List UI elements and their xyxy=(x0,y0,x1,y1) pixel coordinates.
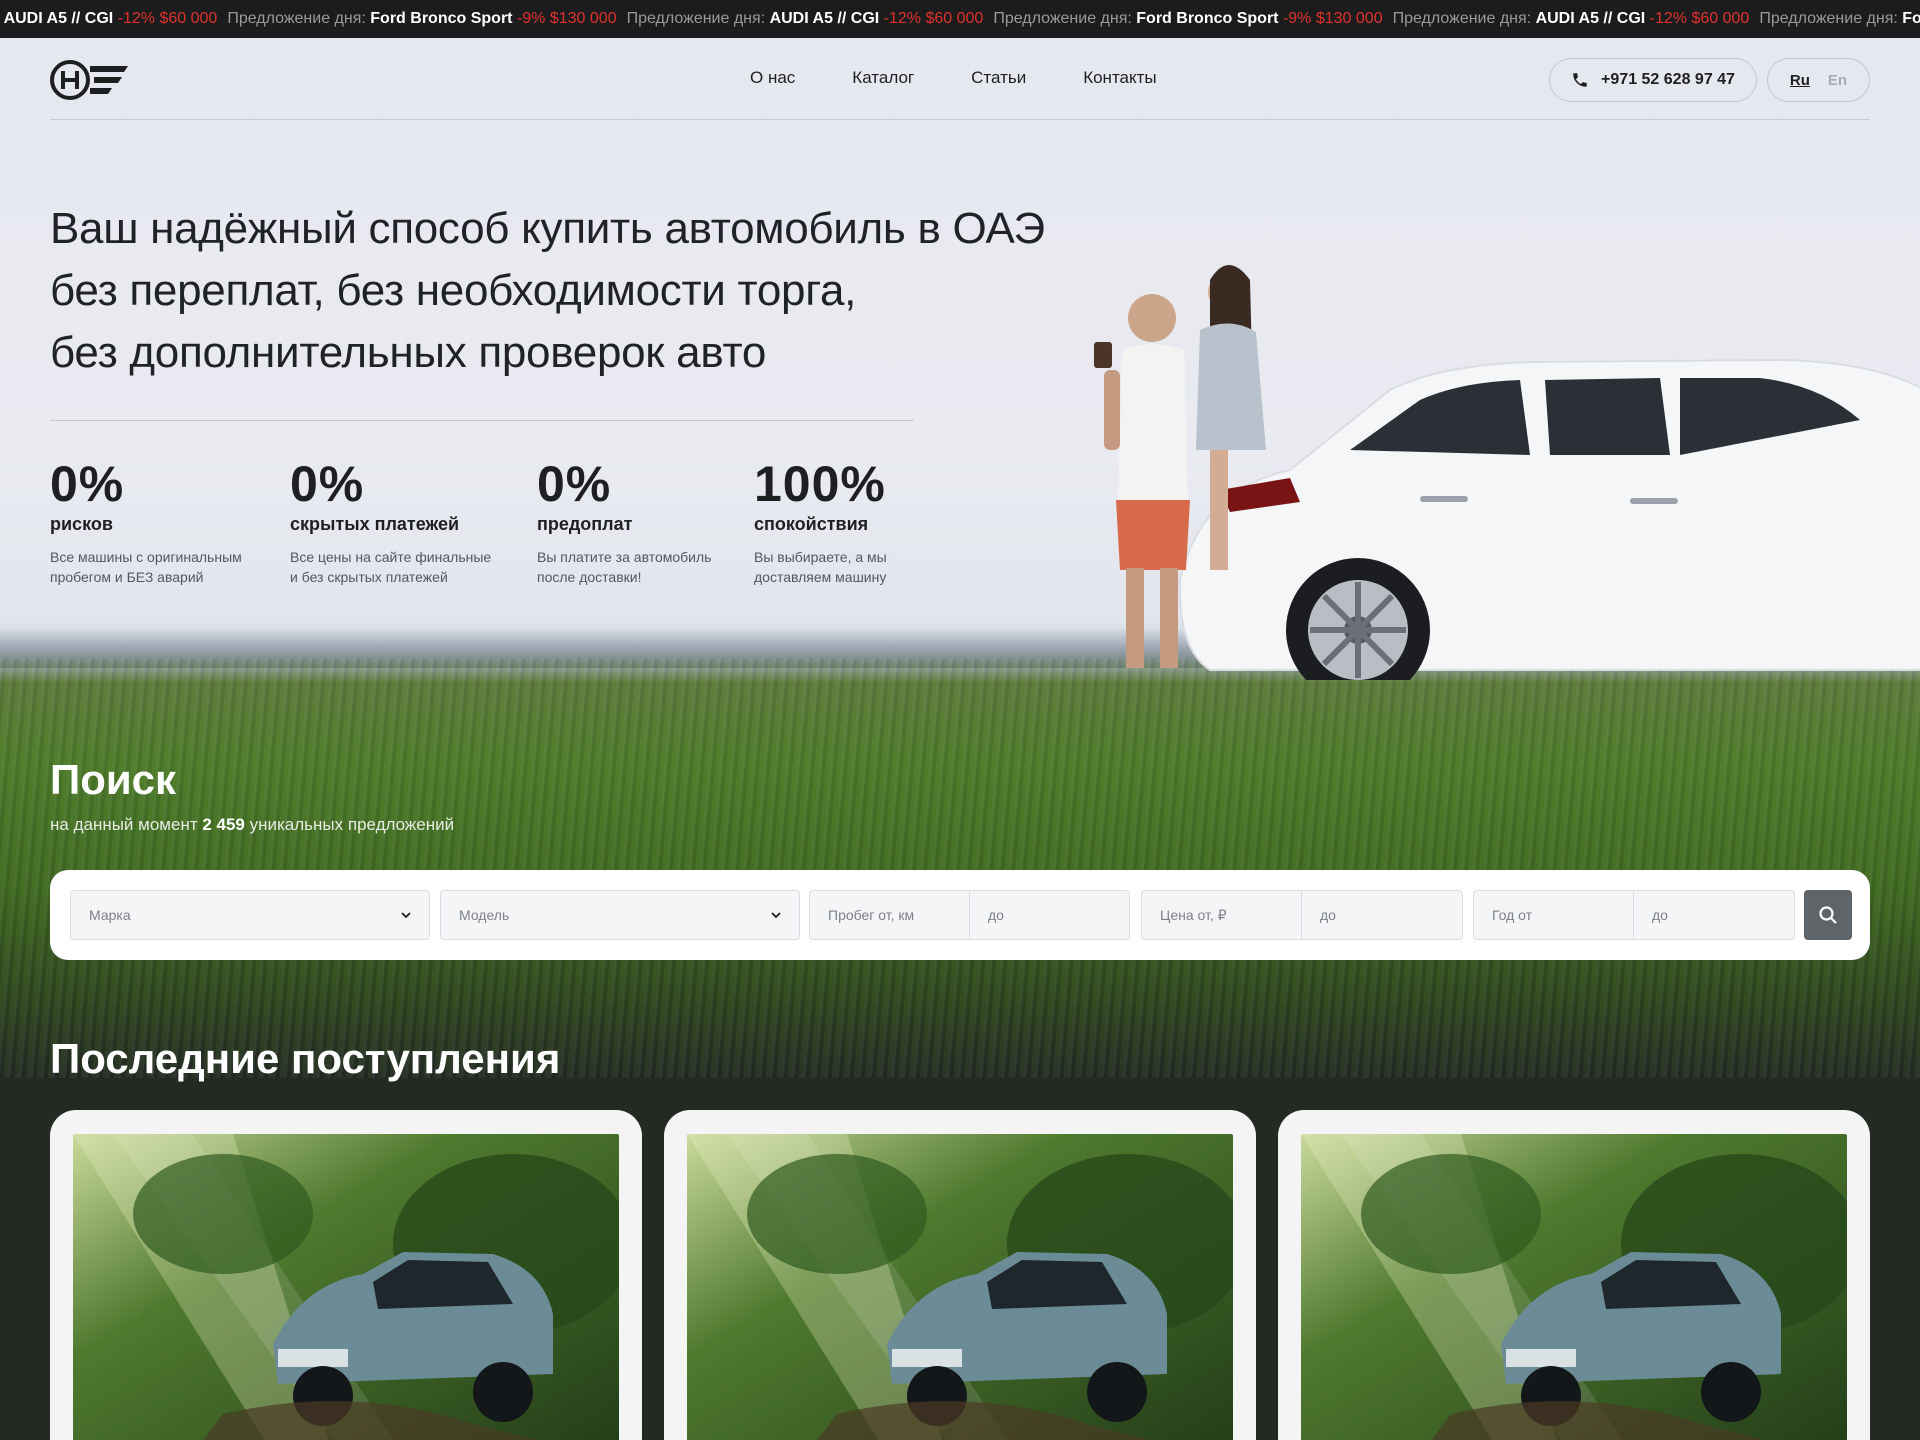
stat-title: спокойствия xyxy=(754,514,869,534)
price-from-input[interactable]: Цена от, ₽ xyxy=(1141,890,1302,940)
nav-about[interactable]: О нас xyxy=(750,68,795,88)
stat-title: предоплат xyxy=(537,514,633,534)
ticker-price: $130 000 xyxy=(549,10,617,27)
stat-value: 0% xyxy=(290,456,365,512)
ticker-item[interactable]: я: AUDI A5 // CGI -12% $60 000 xyxy=(0,0,218,38)
offers-count: 2 459 xyxy=(202,815,245,834)
search-subtitle: на данный момент 2 459 уникальных предло… xyxy=(50,815,454,835)
car-card[interactable] xyxy=(664,1110,1256,1440)
stat-desc: Все цены на сайте финальные и без скрыты… xyxy=(290,549,492,585)
ticker-discount: -9% xyxy=(516,10,546,27)
offer-ticker: я: AUDI A5 // CGI -12% $60 000Предложени… xyxy=(0,0,1920,38)
car-card[interactable] xyxy=(50,1110,642,1440)
stat-peace: 100% спокойствия Вы выбираете, а мы дост… xyxy=(754,456,964,587)
search-panel: Марка Модель Пробег от, км до Цена от, ₽… xyxy=(50,870,1870,960)
price-from-placeholder: Цена от, ₽ xyxy=(1160,906,1227,923)
model-placeholder: Модель xyxy=(459,907,510,923)
year-from-placeholder: Год от xyxy=(1492,907,1533,923)
ticker-car: Ford Bronco Sport xyxy=(370,10,513,27)
year-to-placeholder: до xyxy=(1652,907,1668,923)
ticker-item[interactable]: Предложение дня: Ford Bronco Sp xyxy=(1759,0,1920,38)
main-nav: О нас Каталог Статьи Контакты xyxy=(750,68,1157,88)
lang-ru[interactable]: Ru xyxy=(1790,72,1810,89)
ticker-car: AUDI A5 // CGI xyxy=(1535,10,1646,27)
ticker-car: AUDI A5 // CGI xyxy=(3,10,114,27)
ticker-car: Ford Bronco Sp xyxy=(1902,10,1920,27)
price-to-placeholder: до xyxy=(1320,907,1336,923)
hero-divider xyxy=(50,420,914,421)
ticker-label: Предложение дня: xyxy=(1759,10,1903,27)
ticker-item[interactable]: Предложение дня: AUDI A5 // CGI -12% $60… xyxy=(1393,0,1750,38)
ticker-car: AUDI A5 // CGI xyxy=(769,10,880,27)
search-subtitle-prefix: на данный момент xyxy=(50,815,203,834)
ticker-car: Ford Bronco Sport xyxy=(1136,10,1279,27)
car-photo xyxy=(1301,1134,1847,1440)
mileage-from-input[interactable]: Пробег от, км xyxy=(809,890,970,940)
stat-title: рисков xyxy=(50,514,113,534)
car-photo xyxy=(687,1134,1233,1440)
ticker-item[interactable]: Предложение дня: Ford Bronco Sport -9% $… xyxy=(993,0,1382,38)
search-button[interactable] xyxy=(1804,890,1852,940)
hero-car-couple-image xyxy=(1094,265,1920,680)
phone-icon xyxy=(1573,73,1587,87)
ticker-label: Предложение дня: xyxy=(227,10,371,27)
search-subtitle-suffix: уникальных предложений xyxy=(244,815,455,834)
stat-value: 100% xyxy=(754,456,886,512)
headline-line-3: без дополнительных проверок авто xyxy=(50,328,766,377)
make-select[interactable]: Марка xyxy=(70,890,430,940)
mileage-from-placeholder: Пробег от, км xyxy=(828,907,915,923)
chevron-down-icon xyxy=(401,912,411,919)
nav-contacts[interactable]: Контакты xyxy=(1083,68,1156,88)
stat-desc: Все машины с оригинальным пробегом и БЕЗ… xyxy=(50,549,242,585)
ticker-price: $60 000 xyxy=(159,10,218,27)
stat-title: скрытых платежей xyxy=(290,514,460,534)
ticker-item[interactable]: Предложение дня: Ford Bronco Sport -9% $… xyxy=(227,0,616,38)
stat-value: 0% xyxy=(50,456,125,512)
ticker-discount: -9% xyxy=(1282,10,1312,27)
ticker-price: $60 000 xyxy=(925,10,984,27)
language-switch: Ru En xyxy=(1767,58,1870,102)
ticker-label: Предложение дня: xyxy=(993,10,1137,27)
hero-headline: Ваш надёжный способ купить автомобиль в … xyxy=(50,198,1110,384)
brand-logo[interactable] xyxy=(50,58,130,102)
stat-risks: 0% рисков Все машины с оригинальным проб… xyxy=(50,456,260,587)
nav-catalog[interactable]: Каталог xyxy=(852,68,914,88)
ticker-price: $130 000 xyxy=(1315,10,1383,27)
ticker-price: $60 000 xyxy=(1691,10,1750,27)
ticker-label: Предложение дня: xyxy=(626,10,770,27)
ticker-item[interactable]: Предложение дня: AUDI A5 // CGI -12% $60… xyxy=(627,0,984,38)
year-to-input[interactable]: до xyxy=(1633,890,1795,940)
ticker-discount: -12% xyxy=(117,10,156,27)
car-photo xyxy=(73,1134,619,1440)
stat-hidden-fees: 0% скрытых платежей Все цены на сайте фи… xyxy=(290,456,500,587)
chevron-down-icon xyxy=(771,912,781,919)
hero-grass xyxy=(0,658,1920,1078)
search-icon xyxy=(1819,906,1837,924)
stat-desc: Вы платите за автомобиль после доставки! xyxy=(537,549,712,585)
stat-prepayment: 0% предоплат Вы платите за автомобиль по… xyxy=(537,456,747,587)
car-card[interactable] xyxy=(1278,1110,1870,1440)
ticker-discount: -12% xyxy=(1649,10,1688,27)
headline-line-2: без переплат, без необходимости торга, xyxy=(50,266,857,315)
mileage-to-placeholder: до xyxy=(988,907,1004,923)
ticker-track: я: AUDI A5 // CGI -12% $60 000Предложени… xyxy=(0,0,1920,38)
mileage-to-input[interactable]: до xyxy=(969,890,1130,940)
ticker-discount: -12% xyxy=(883,10,922,27)
nav-articles[interactable]: Статьи xyxy=(971,68,1026,88)
site-header: О нас Каталог Статьи Контакты +971 52 62… xyxy=(50,38,1870,120)
ticker-label: Предложение дня: xyxy=(1392,10,1536,27)
price-to-input[interactable]: до xyxy=(1301,890,1463,940)
headline-line-1: Ваш надёжный способ купить автомобиль в … xyxy=(50,204,1045,253)
stat-desc: Вы выбираете, а мы доставляем машину xyxy=(754,549,887,585)
year-from-input[interactable]: Год от xyxy=(1473,890,1634,940)
search-title: Поиск xyxy=(50,756,177,803)
stat-value: 0% xyxy=(537,456,612,512)
latest-arrivals-title: Последние поступления xyxy=(50,1035,561,1082)
make-placeholder: Марка xyxy=(89,907,131,923)
model-select[interactable]: Модель xyxy=(440,890,800,940)
phone-button[interactable]: +971 52 628 97 47 xyxy=(1549,58,1757,102)
lang-en[interactable]: En xyxy=(1828,72,1847,89)
phone-number: +971 52 628 97 47 xyxy=(1601,71,1735,88)
